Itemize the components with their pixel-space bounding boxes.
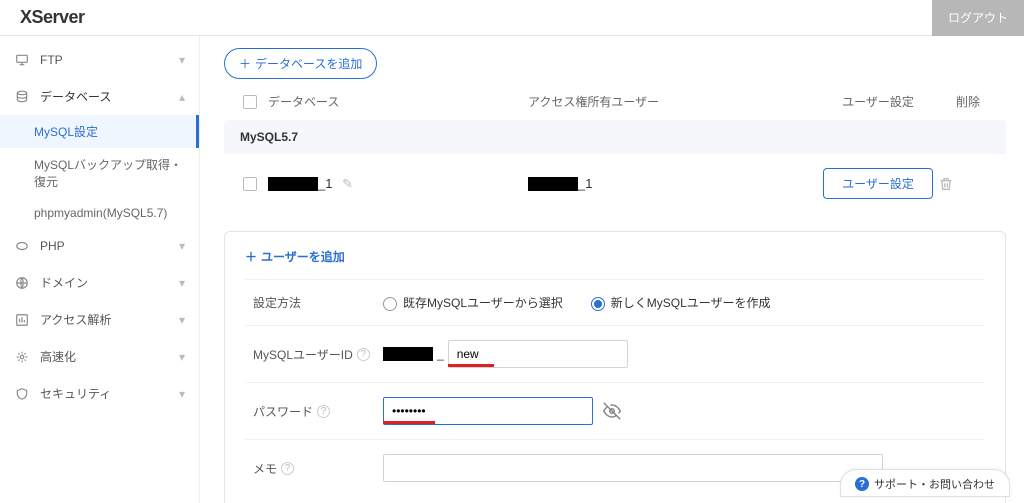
password-label: パスワード [253, 403, 313, 420]
redacted-text [383, 347, 433, 361]
form-row-password: パスワード? [245, 382, 985, 439]
col-delete: 削除 [938, 93, 998, 110]
trash-icon[interactable] [938, 176, 998, 192]
db-name-suffix: _1 [318, 176, 332, 191]
sidebar-item-ftp[interactable]: FTP ▾ [0, 42, 199, 78]
sidebar-item-label: 高速化 [40, 348, 76, 365]
radio-existing[interactable]: 既存MySQLユーザーから選択 [383, 294, 563, 311]
memo-label: メモ [253, 460, 277, 477]
highlight-underline [448, 364, 494, 367]
db-version-row: MySQL5.7 [224, 120, 1006, 154]
sidebar-item-label: セキュリティ [40, 385, 111, 402]
form-row-method: 設定方法 既存MySQLユーザーから選択 新しくMySQLユーザーを作成 [245, 279, 985, 325]
add-user-heading: ＋ ユーザーを追加 [245, 248, 985, 265]
header: XServer ログアウト [0, 0, 1024, 36]
sidebar-item-label: PHP [40, 239, 65, 253]
sidebar-item-label: アクセス解析 [40, 311, 111, 328]
chevron-down-icon: ▾ [179, 387, 185, 401]
sidebar-item-domain[interactable]: ドメイン ▾ [0, 264, 199, 301]
php-icon [14, 238, 30, 254]
redacted-text [268, 177, 318, 191]
memo-input[interactable] [383, 454, 883, 482]
redacted-text [528, 177, 578, 191]
brand-rest: Server [32, 7, 85, 27]
help-icon[interactable]: ? [357, 348, 370, 361]
sidebar-item-speedup[interactable]: 高速化 ▾ [0, 338, 199, 375]
speed-icon [14, 349, 30, 365]
sidebar-sub-backup[interactable]: MySQLバックアップ取得・復元 [0, 148, 199, 198]
sidebar-item-security[interactable]: セキュリティ ▾ [0, 375, 199, 412]
access-user-suffix: _1 [578, 176, 592, 191]
highlight-underline [383, 421, 435, 424]
chevron-up-icon: ▴ [179, 90, 185, 104]
plus-icon: ＋ [239, 55, 251, 72]
chevron-down-icon: ▾ [179, 239, 185, 253]
col-database: データベース [268, 93, 528, 110]
chart-icon [14, 312, 30, 328]
edit-icon[interactable]: ✎ [342, 176, 353, 191]
brand-logo: XServer [20, 7, 85, 28]
database-icon [14, 89, 30, 105]
sidebar-sub-phpmyadmin[interactable]: phpmyadmin(MySQL5.7) [0, 198, 199, 228]
support-label: サポート・お問い合わせ [874, 476, 995, 492]
main-content: ＋ データベースを追加 データベース アクセス権所有ユーザー ユーザー設定 削除… [200, 36, 1024, 503]
add-user-panel: ＋ ユーザーを追加 設定方法 既存MySQLユーザーから選択 新しくMySQLユ… [224, 231, 1006, 503]
radio-label: 新しくMySQLユーザーを作成 [611, 296, 771, 310]
uid-label: MySQLユーザーID [253, 346, 353, 363]
sidebar-sub-mysql[interactable]: MySQL設定 [0, 115, 199, 148]
method-label: 設定方法 [253, 294, 383, 311]
radio-new[interactable]: 新しくMySQLユーザーを作成 [591, 294, 771, 311]
chevron-down-icon: ▾ [179, 313, 185, 327]
chevron-down-icon: ▾ [179, 53, 185, 67]
eye-off-icon[interactable] [603, 402, 621, 420]
form-row-userid: MySQLユーザーID? _ [245, 325, 985, 382]
add-database-button[interactable]: ＋ データベースを追加 [224, 48, 377, 79]
sidebar-item-label: ドメイン [40, 274, 88, 291]
cell-access-user: _1 [528, 176, 788, 192]
sidebar-item-label: FTP [40, 53, 63, 67]
sidebar-item-analytics[interactable]: アクセス解析 ▾ [0, 301, 199, 338]
sidebar-item-database[interactable]: データベース ▴ [0, 78, 199, 115]
help-icon[interactable]: ? [317, 405, 330, 418]
sidebar-item-php[interactable]: PHP ▾ [0, 228, 199, 264]
radio-label: 既存MySQLユーザーから選択 [403, 296, 563, 310]
logout-button[interactable]: ログアウト [932, 0, 1024, 36]
plus-icon: ＋ [245, 248, 257, 265]
monitor-icon [14, 52, 30, 68]
support-button[interactable]: ? サポート・お問い合わせ [840, 469, 1010, 497]
select-all-checkbox[interactable] [243, 95, 257, 109]
cell-database: _1 ✎ [268, 176, 528, 192]
chevron-down-icon: ▾ [179, 276, 185, 290]
sidebar-item-label: データベース [40, 88, 111, 105]
user-setting-button[interactable]: ユーザー設定 [823, 168, 933, 199]
table-row: _1 ✎ _1 ユーザー設定 [224, 154, 1006, 213]
brand-x: X [20, 7, 32, 27]
add-database-label: データベースを追加 [255, 55, 362, 72]
question-icon: ? [855, 477, 869, 491]
shield-icon [14, 386, 30, 402]
row-checkbox[interactable] [243, 177, 257, 191]
uid-suffix: _ [437, 347, 444, 361]
table-header: データベース アクセス権所有ユーザー ユーザー設定 削除 [224, 79, 1006, 120]
col-user-setting: ユーザー設定 [818, 93, 938, 110]
col-access-user: アクセス権所有ユーザー [528, 93, 788, 110]
sidebar: FTP ▾ データベース ▴ MySQL設定 MySQLバックアップ取得・復元 … [0, 36, 200, 503]
globe-icon [14, 275, 30, 291]
help-icon[interactable]: ? [281, 462, 294, 475]
chevron-down-icon: ▾ [179, 350, 185, 364]
add-user-label: ユーザーを追加 [261, 248, 345, 265]
